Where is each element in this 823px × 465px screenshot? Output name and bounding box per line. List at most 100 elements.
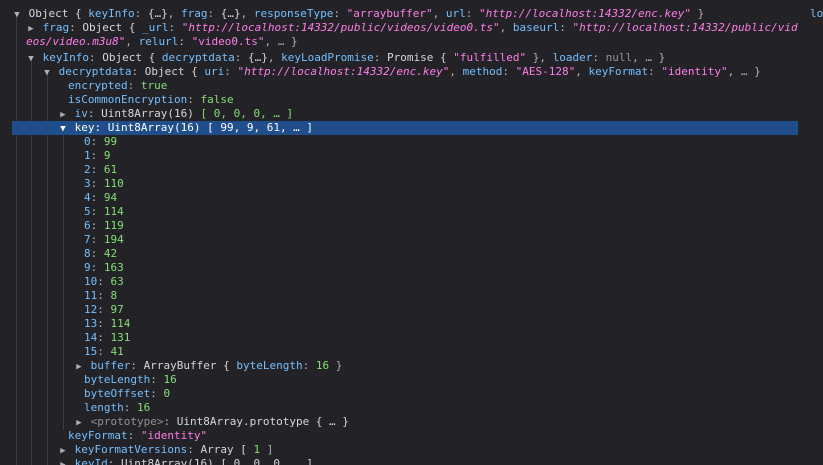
- collapsed-arrow-icon[interactable]: ▶: [74, 416, 84, 429]
- prop-value: "http://localhost:14332/enc.key": [237, 65, 450, 78]
- prop-value: Uint8Array(16) [ 0, 0, 0, … ]: [121, 457, 314, 465]
- prop-key: url: [445, 7, 466, 20]
- keyinfo-row[interactable]: ▼ keyInfo: Object { decryptdata: {…}, ke…: [0, 51, 810, 65]
- prop-value: [ 0, 0, 0, … ]: [200, 107, 294, 120]
- buffer-row[interactable]: ▶ buffer: ArrayBuffer { byteLength: 16 }: [0, 359, 810, 373]
- key-row-selected[interactable]: ▼ key: Uint8Array(16) [ 99, 9, 61, … ]: [12, 121, 798, 135]
- prop-key: keyLoadPromise: [281, 51, 374, 64]
- key-byte-row[interactable]: 13: 114: [0, 317, 810, 331]
- prop-value: 0: [163, 387, 171, 400]
- collapsed-arrow-icon[interactable]: ▶: [26, 22, 36, 35]
- key-byte-row[interactable]: 8: 42: [0, 247, 810, 261]
- collapsed-arrow-icon[interactable]: ▶: [58, 444, 68, 457]
- promise-state: "fulfilled": [453, 51, 527, 64]
- prop-key: encrypted: [68, 79, 128, 92]
- prop-key: <prototype>: [90, 415, 164, 428]
- byte-value: 42: [103, 247, 118, 260]
- byte-index: 2: [84, 163, 91, 176]
- type-label: Uint8Array(16): [107, 121, 201, 134]
- prop-key: byteLength: [84, 373, 151, 386]
- byte-index: 13: [84, 317, 98, 330]
- byte-index: 14: [84, 331, 98, 344]
- iscommonencryption-row[interactable]: isCommonEncryption: false: [0, 93, 810, 107]
- prop-value: {…}: [220, 7, 241, 20]
- collapsed-arrow-icon[interactable]: ▶: [74, 360, 84, 373]
- byteoffset-row[interactable]: byteOffset: 0: [0, 387, 810, 401]
- expanded-arrow-icon[interactable]: ▼: [42, 66, 52, 79]
- key-byte-row[interactable]: 2: 61: [0, 163, 810, 177]
- expanded-arrow-icon[interactable]: ▼: [58, 122, 68, 135]
- prop-key: uri: [204, 65, 225, 78]
- prop-value: "identity": [140, 429, 208, 442]
- collapsed-arrow-icon[interactable]: ▶: [58, 458, 68, 465]
- prop-value: eos/video.m3u8": [26, 35, 126, 48]
- byte-index: 5: [84, 205, 91, 218]
- prop-key: decryptdata: [58, 65, 132, 78]
- byte-value: 114: [110, 317, 131, 330]
- byte-value: 97: [110, 303, 124, 316]
- key-byte-row[interactable]: 5: 114: [0, 205, 810, 219]
- bytelength-row[interactable]: byteLength: 16: [0, 373, 810, 387]
- prop-key: keyFormatVersions: [74, 443, 188, 456]
- prop-key: byteOffset: [84, 387, 151, 400]
- keyid-row[interactable]: ▶ keyId: Uint8Array(16) [ 0, 0, 0, … ]: [0, 457, 810, 465]
- source-link-fragment[interactable]: loc: [810, 7, 823, 21]
- collapsed-arrow-icon[interactable]: ▶: [58, 108, 68, 121]
- byte-index: 11: [84, 289, 98, 302]
- prop-value: "http://localhost:14332/enc.key": [479, 7, 691, 20]
- prop-value: {…}: [247, 51, 268, 64]
- key-byte-row[interactable]: 9: 163: [0, 261, 810, 275]
- length-row[interactable]: length: 16: [0, 401, 810, 415]
- prop-key: frag: [180, 7, 208, 20]
- key-byte-row[interactable]: 15: 41: [0, 345, 810, 359]
- byte-index: 7: [84, 233, 91, 246]
- byte-value: 99: [103, 135, 118, 148]
- object-close: }: [690, 7, 705, 20]
- root-object-row[interactable]: ▼ Object { keyInfo: {…}, frag: {…}, resp…: [0, 7, 810, 21]
- byte-value: 61: [103, 163, 118, 176]
- prototype-row[interactable]: ▶ <prototype>: Uint8Array.prototype { … …: [0, 415, 810, 429]
- prop-key: _url: [141, 21, 169, 34]
- byte-index: 3: [84, 177, 91, 190]
- object-label: Object {: [82, 21, 142, 34]
- expanded-arrow-icon[interactable]: ▼: [12, 8, 22, 21]
- byte-index: 15: [84, 345, 98, 358]
- prop-key: keyInfo: [42, 51, 89, 64]
- frag-row[interactable]: ▶ frag: Object { _url: "http://localhost…: [0, 21, 810, 35]
- prop-value: "identity": [661, 65, 728, 78]
- decryptdata-row[interactable]: ▼ decryptdata: Object { uri: "http://loc…: [0, 65, 810, 79]
- key-byte-row[interactable]: 14: 131: [0, 331, 810, 345]
- prop-value: "http://localhost:14332/public/vid: [572, 21, 798, 34]
- key-byte-row[interactable]: 0: 99: [0, 135, 810, 149]
- byte-value: 194: [103, 233, 124, 246]
- expanded-arrow-icon[interactable]: ▼: [26, 52, 36, 65]
- key-byte-row[interactable]: 10: 63: [0, 275, 810, 289]
- object-label: Object {: [144, 65, 205, 78]
- keyformatversions-row[interactable]: ▶ keyFormatVersions: Array [ 1 ]: [0, 443, 810, 457]
- prop-key: keyFormat: [588, 65, 649, 78]
- prop-key: isCommonEncryption: [68, 93, 188, 106]
- prop-key: length: [84, 401, 124, 414]
- byte-index: 10: [84, 275, 98, 288]
- byte-index: 12: [84, 303, 98, 316]
- key-byte-row[interactable]: 11: 8: [0, 289, 810, 303]
- key-byte-row[interactable]: 6: 119: [0, 219, 810, 233]
- encrypted-row[interactable]: encrypted: true: [0, 79, 810, 93]
- iv-row[interactable]: ▶ iv: Uint8Array(16) [ 0, 0, 0, … ]: [0, 107, 810, 121]
- prop-value: 16: [137, 401, 151, 414]
- prop-key: keyInfo: [88, 7, 135, 20]
- prop-value: Promise {: [387, 51, 454, 64]
- prop-value: 16: [163, 373, 177, 386]
- key-byte-row[interactable]: 3: 110: [0, 177, 810, 191]
- key-byte-row[interactable]: 1: 9: [0, 149, 810, 163]
- byte-value: 94: [103, 191, 118, 204]
- object-tail: , … }: [632, 51, 666, 64]
- key-byte-row[interactable]: 12: 97: [0, 303, 810, 317]
- prop-value: 16: [315, 359, 330, 372]
- prop-value: "http://localhost:14332/public/videos/vi…: [181, 21, 500, 34]
- prop-value: null: [605, 51, 633, 64]
- prop-key: relurl: [138, 35, 179, 48]
- keyformat-row[interactable]: keyFormat: "identity": [0, 429, 810, 443]
- key-byte-row[interactable]: 7: 194: [0, 233, 810, 247]
- key-byte-row[interactable]: 4: 94: [0, 191, 810, 205]
